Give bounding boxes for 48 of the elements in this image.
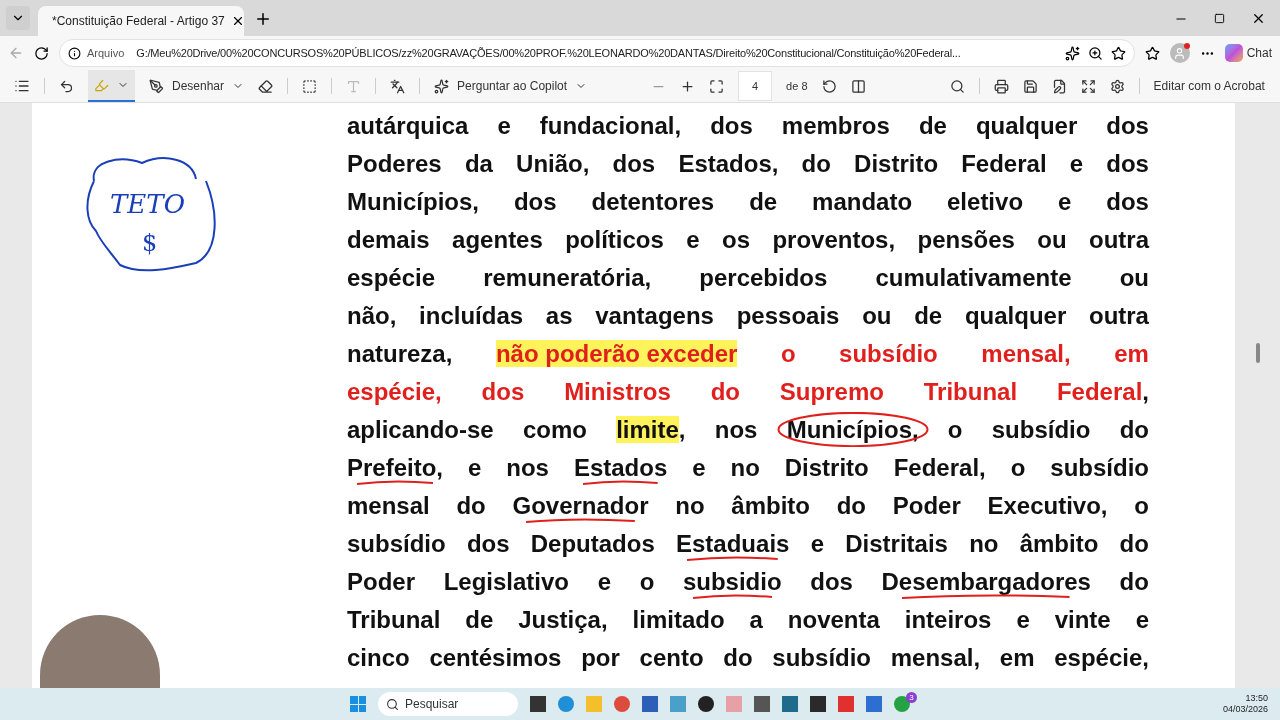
page-total: de 8 bbox=[786, 78, 808, 94]
contents-icon[interactable] bbox=[14, 78, 30, 94]
translate-icon[interactable] bbox=[390, 78, 406, 94]
sparkle-icon[interactable] bbox=[1064, 45, 1080, 61]
eraser-icon[interactable] bbox=[258, 78, 274, 94]
scheme-label: Arquivo bbox=[87, 45, 125, 61]
ink-note-drawing: TETO $ bbox=[80, 151, 220, 275]
tab-title: *Constituição Federal - Artigo 37 bbox=[52, 13, 225, 30]
profile-avatar[interactable] bbox=[1169, 43, 1190, 63]
favorites-icon[interactable] bbox=[1144, 45, 1160, 61]
search-icon bbox=[386, 697, 399, 711]
draw-button[interactable]: Desenhar bbox=[149, 77, 245, 95]
edit-acrobat-button[interactable]: Editar com o Acrobat bbox=[1153, 77, 1265, 95]
copilot-button[interactable]: Perguntar ao Copilot bbox=[434, 77, 588, 95]
new-tab-icon[interactable] bbox=[254, 10, 272, 28]
sparkle-icon[interactable] bbox=[434, 78, 450, 94]
pen-icon[interactable] bbox=[149, 78, 164, 94]
taskbar-search-field[interactable]: Pesquisar bbox=[378, 692, 518, 716]
favorite-icon[interactable] bbox=[1110, 45, 1126, 61]
url-text: G:/Meu%20Drive/00%20CONCURSOS%20PÚBLICOS/zz%20GRAVAÇÕES/00%20PROF.%20LEONARDO%20DANTAS/Direito%20Constitucional/Constituição%20Federal... bbox=[136, 45, 961, 61]
print-icon[interactable] bbox=[993, 78, 1009, 94]
browser-tab[interactable]: *Constituição Federal - Artigo 37 bbox=[38, 6, 244, 36]
reload-icon[interactable] bbox=[34, 45, 49, 61]
restore-icon[interactable] bbox=[1214, 11, 1225, 26]
info-icon bbox=[68, 46, 81, 60]
rotate-icon[interactable] bbox=[821, 78, 837, 94]
fullscreen-icon[interactable] bbox=[1080, 78, 1096, 94]
text-box-icon[interactable] bbox=[302, 78, 318, 94]
clock-date: 04/03/2026 bbox=[1222, 704, 1268, 715]
scrollbar-thumb[interactable] bbox=[1255, 343, 1260, 363]
undo-icon[interactable] bbox=[59, 78, 74, 94]
page-number-field[interactable]: 4 bbox=[738, 71, 773, 101]
chat-button[interactable]: Chat bbox=[1224, 44, 1272, 62]
search-icon[interactable] bbox=[949, 78, 965, 94]
save-as-icon[interactable] bbox=[1051, 78, 1067, 94]
save-icon[interactable] bbox=[1022, 78, 1038, 94]
zoom-in-icon[interactable] bbox=[680, 78, 696, 94]
settings-icon[interactable] bbox=[1109, 78, 1125, 94]
close-icon[interactable] bbox=[1251, 11, 1266, 26]
tab-list-button[interactable] bbox=[6, 6, 30, 30]
notification-badge: 3 bbox=[906, 691, 917, 703]
address-field[interactable]: Arquivo G:/Meu%20Drive/00%20CONCURSOS%20PÚBLICOS/zz%20GRAVAÇÕES/00%20PROF.%20LEONARDO%20DANTAS/Direito%20Constitucional/Constituição%20Federal... bbox=[59, 39, 1135, 67]
clock-time: 13:50 bbox=[1245, 693, 1268, 704]
fit-page-icon[interactable] bbox=[709, 78, 725, 94]
document-paragraph: autárquica e fundacional, dos membros de qualquer dos Poderes da União, dos Estados, do Distrito Federal e dos Municípios, dos detentores de mandato eletivo e dos demais agentes políticos e os proventos, pensões ou outra espécie remuneratória, percebidos cumulativamente ou não, incluídas as vantagens pessoais ou de qualquer outra natureza, não poderão exceder o subsídio mensal, em espécie, dos Ministros do Supremo Tribunal Federal, aplicando-se como limite, nos Municípios, o subsídio do Prefeito, e nos Estados e no Distrito Federal, o subsídio mensal do Governador no âmbito do Poder Executivo, o subsídio dos Deputados Estaduais e Distritais no âmbito do Poder Legislativo e o subsidio dos Desembargadores do Tribunal de Justiça, limitado a noventa inteiros e vinte e cinco centésimos por cento do subsídio mensal, em espécie, bbox=[347, 111, 1149, 673]
zoom-icon[interactable] bbox=[1087, 45, 1103, 61]
start-icon[interactable] bbox=[350, 696, 366, 712]
page-view-icon[interactable] bbox=[850, 78, 866, 94]
